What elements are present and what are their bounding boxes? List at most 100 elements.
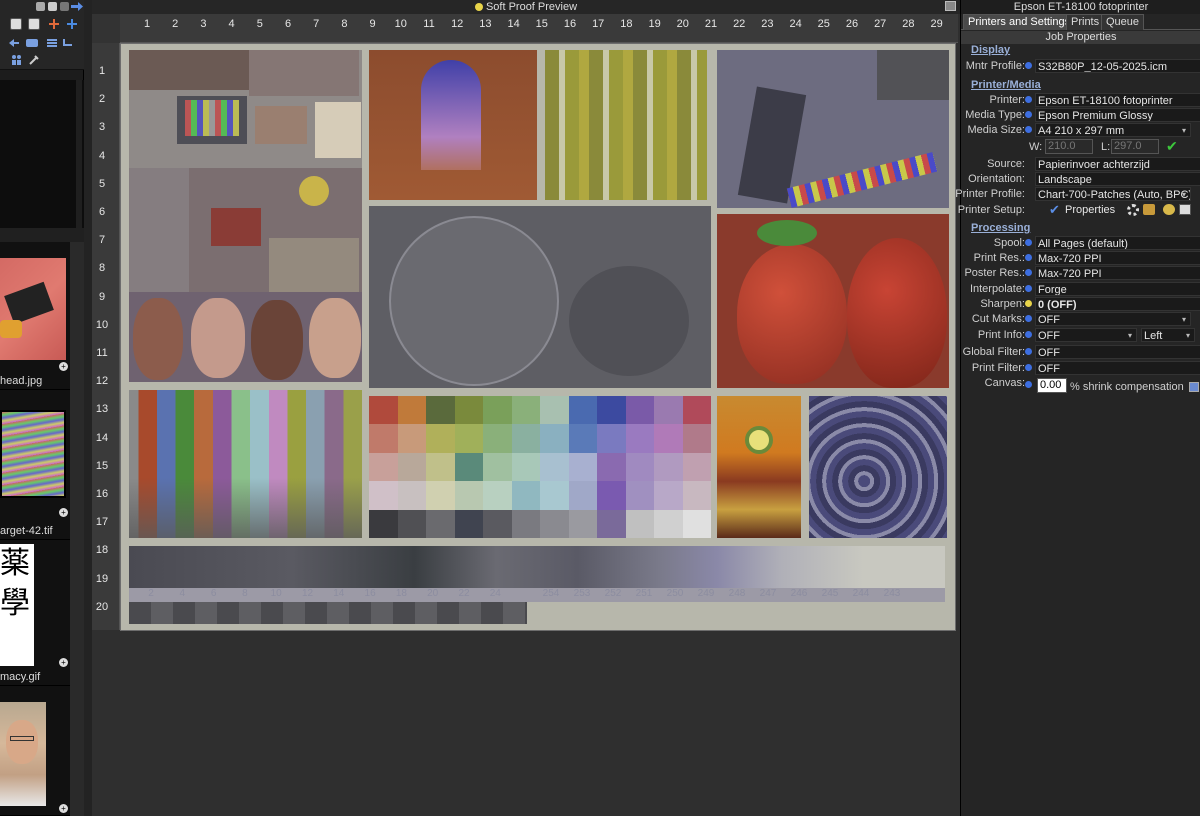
orientation-label: Orientation:	[968, 173, 1025, 185]
thumbnail-caption: head.jpg	[0, 375, 43, 387]
layout-small-icon[interactable]	[36, 2, 45, 11]
poster-res-select[interactable]: Max-720 PPI	[1035, 266, 1200, 280]
status-dot-icon	[474, 3, 483, 11]
help-dot-icon[interactable]	[1025, 111, 1032, 118]
ruler-tick-label: 1	[143, 18, 151, 30]
help-dot-icon[interactable]	[1025, 381, 1032, 388]
left-scrollbar[interactable]	[76, 80, 82, 228]
help-dot-icon[interactable]	[1025, 348, 1032, 355]
help-dot-icon[interactable]	[1025, 96, 1032, 103]
photo-abstract	[809, 396, 947, 538]
ruler-tick-label: 5	[98, 177, 106, 190]
add-thumbnail-icon[interactable]: +	[59, 362, 68, 371]
print-res-label: Print Res.:	[973, 252, 1025, 264]
layout-large-icon[interactable]	[60, 2, 69, 11]
save-icon[interactable]	[1179, 204, 1191, 215]
interpolate-select[interactable]: Forge	[1035, 282, 1200, 296]
printer-select[interactable]: Epson ET-18100 fotoprinter	[1035, 93, 1200, 107]
chevron-down-icon: ▾	[1181, 190, 1186, 199]
ruler-tick-label: 17	[95, 516, 109, 529]
help-dot-icon[interactable]	[1025, 315, 1032, 322]
thumbnail-item[interactable]: 薬 學 + macy.gif	[0, 540, 70, 686]
chevron-down-icon: ▾	[1181, 126, 1186, 135]
help-dot-icon[interactable]	[1025, 62, 1032, 69]
chart-color-patches	[369, 396, 711, 538]
mntr-profile-value[interactable]: S32B80P_12-05-2025.icm	[1035, 59, 1200, 73]
tab-prints[interactable]: Prints	[1066, 14, 1105, 30]
tab-printers-and-settings[interactable]: Printers and Settings	[963, 14, 1076, 30]
tools-icon[interactable]	[28, 54, 40, 66]
spool-select[interactable]: All Pages (default)	[1035, 236, 1200, 250]
help-dot-icon[interactable]	[1025, 364, 1032, 371]
add-thumbnail-icon[interactable]: +	[59, 508, 68, 517]
print-info-select[interactable]: OFF ▾	[1035, 328, 1137, 342]
zoom-fit-icon[interactable]	[10, 18, 22, 30]
tab-queue[interactable]: Queue	[1101, 14, 1145, 30]
add-thumbnail-icon[interactable]: +	[59, 658, 68, 667]
help-dot-icon[interactable]	[1025, 300, 1032, 307]
list-icon[interactable]	[46, 37, 58, 49]
next-arrow-icon[interactable]	[70, 1, 84, 12]
properties-button[interactable]: Properties	[1065, 203, 1115, 217]
window-restore-icon[interactable]	[945, 1, 956, 11]
thumbnail-item[interactable]: + arget-42.tif	[0, 390, 70, 540]
add-page-icon[interactable]	[66, 18, 78, 30]
thumbnail-item[interactable]: +	[0, 686, 70, 816]
rotate-icon[interactable]	[62, 37, 74, 49]
orientation-row: Orientation: Landscape	[961, 172, 1200, 186]
media-size-select[interactable]: A4 210 x 297 mm ▾	[1035, 123, 1191, 137]
source-select[interactable]: Papierinvoer achterzijd	[1035, 157, 1200, 171]
proof-page[interactable]: 2 4 6 8 10 12 14 16 18 20 22 24 254 253 252 251 250 249 24…	[120, 43, 956, 631]
scale-number: 254	[542, 588, 560, 599]
ruler-tick-label: 12	[451, 18, 464, 30]
canvas-label: Canvas:	[984, 377, 1025, 389]
print-info-row: Print Info: OFF ▾ Left ▾	[961, 328, 1200, 342]
photo-grey-spheres	[369, 206, 711, 388]
fit-page-icon[interactable]	[26, 39, 38, 47]
canvas-options-icon[interactable]	[1189, 382, 1199, 392]
layout-medium-icon[interactable]	[48, 2, 57, 11]
help-dot-icon[interactable]	[1025, 239, 1032, 246]
thumbnail-scrollbar[interactable]	[70, 242, 84, 816]
print-info-position-select[interactable]: Left ▾	[1141, 328, 1195, 342]
checkmark-icon[interactable]: ✔	[1166, 138, 1178, 155]
left-divider	[0, 228, 84, 242]
add-thumbnail-icon[interactable]: +	[59, 804, 68, 813]
zoom-actual-icon[interactable]	[28, 18, 40, 30]
global-filter-select[interactable]: OFF	[1035, 345, 1200, 359]
printer-profile-select[interactable]: Chart-700-Patches (Auto, BPC) ▾	[1035, 187, 1191, 201]
canvas-shrink-input[interactable]: 0.00	[1037, 378, 1067, 393]
undo-icon[interactable]	[1143, 204, 1155, 215]
length-input[interactable]: 297.0	[1111, 139, 1159, 154]
help-dot-icon[interactable]	[1025, 126, 1032, 133]
ruler-tick-label: 19	[648, 18, 661, 30]
scale-number: 252	[604, 588, 622, 599]
print-res-select[interactable]: Max-720 PPI	[1035, 251, 1200, 265]
cut-marks-select[interactable]: OFF ▾	[1035, 312, 1191, 326]
left-preview-area	[0, 80, 84, 228]
media-type-select[interactable]: Epson Premium Glossy	[1035, 108, 1200, 122]
orientation-select[interactable]: Landscape	[1035, 172, 1200, 186]
hand-icon[interactable]	[1163, 204, 1175, 215]
help-dot-icon[interactable]	[1025, 285, 1032, 292]
people-icon[interactable]	[10, 54, 22, 66]
mntr-profile-row: Mntr Profile: S32B80P_12-05-2025.icm	[961, 59, 1200, 73]
width-input[interactable]: 210.0	[1045, 139, 1093, 154]
thumbnail-item[interactable]: + head.jpg	[0, 242, 70, 390]
ruler-tick-label: 9	[369, 18, 376, 30]
add-image-icon[interactable]	[48, 18, 60, 30]
chevron-down-icon: ▾	[1181, 315, 1186, 324]
print-filter-select[interactable]: OFF	[1035, 361, 1200, 375]
ruler-tick-label: 19	[95, 572, 109, 585]
ruler-tick-label: 14	[95, 431, 109, 444]
ruler-tick-label: 20	[676, 18, 689, 30]
sharpen-label: Sharpen:	[980, 298, 1025, 310]
sharpen-select[interactable]: 0 (OFF)	[1035, 297, 1200, 311]
gear-icon[interactable]	[1127, 204, 1139, 216]
help-dot-icon[interactable]	[1025, 254, 1032, 261]
printer-profile-label: Printer Profile:	[955, 188, 1025, 200]
help-dot-icon[interactable]	[1025, 331, 1032, 338]
move-left-icon[interactable]	[8, 37, 20, 49]
help-dot-icon[interactable]	[1025, 269, 1032, 276]
panel-splitter[interactable]	[84, 0, 92, 816]
